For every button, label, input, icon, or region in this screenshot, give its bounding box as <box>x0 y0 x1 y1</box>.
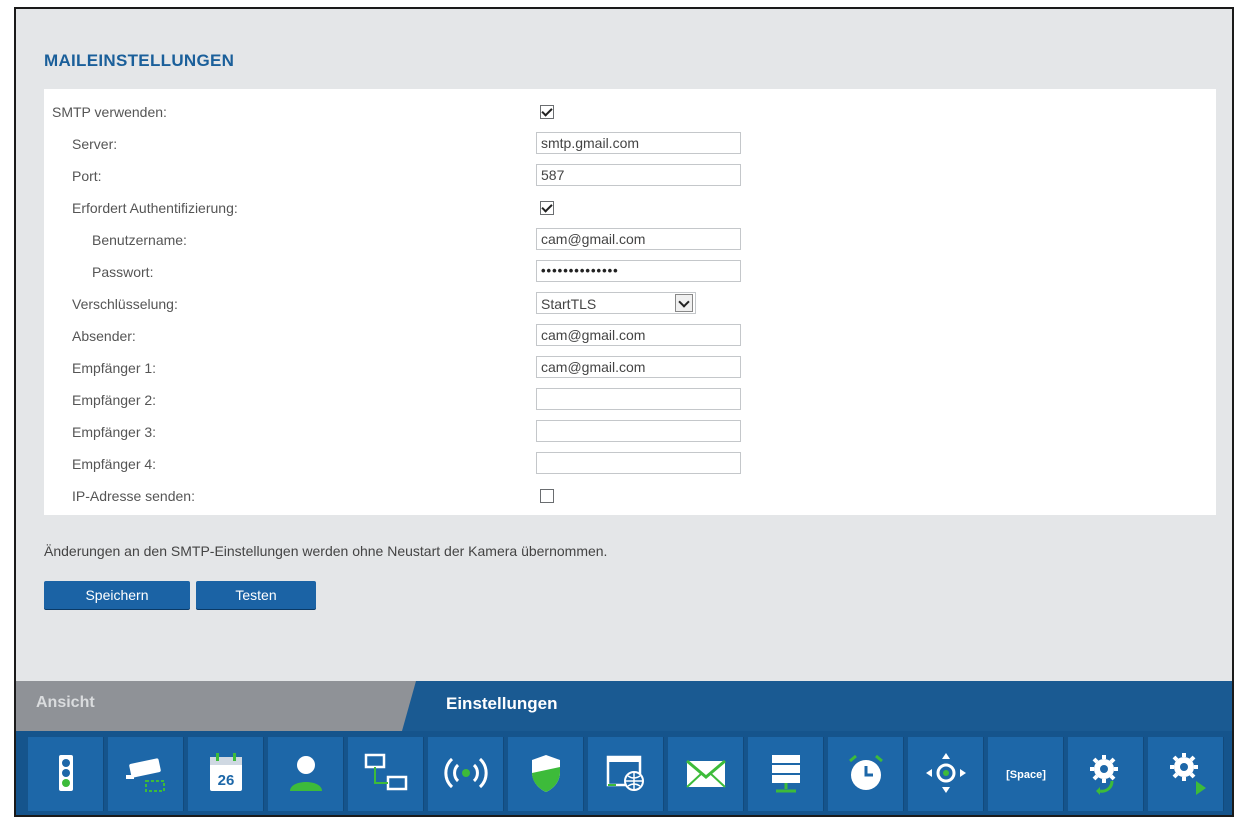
row-recipient-3: Empfänger 3: <box>44 419 1216 451</box>
smtp-label: SMTP verwenden: <box>52 104 167 120</box>
toolbar-user-button[interactable] <box>268 737 344 811</box>
row-recipient-2: Empfänger 2: <box>44 387 1216 419</box>
port-input[interactable]: 587 <box>536 164 741 186</box>
toolbar-maintenance-button[interactable] <box>1068 737 1144 811</box>
mail-icon <box>686 759 726 788</box>
recipient-2-input[interactable] <box>536 388 741 410</box>
auth-checkbox[interactable] <box>540 201 554 215</box>
sender-input[interactable]: cam@gmail.com <box>536 324 741 346</box>
recipient-1-label: Empfänger 1: <box>72 360 157 376</box>
encryption-value: StartTLS <box>541 296 597 312</box>
web-icon <box>606 755 644 791</box>
row-send-ip: IP-Adresse senden: <box>44 483 1216 515</box>
encryption-label: Verschlüsselung: <box>72 296 178 312</box>
recipient-2-label: Empfänger 2: <box>72 392 157 408</box>
chevron-down-icon[interactable] <box>675 294 693 312</box>
row-sender: Absender: cam@gmail.com <box>44 323 1216 355</box>
sender-label: Absender: <box>72 328 136 344</box>
space-icon: [Space] <box>1006 769 1046 781</box>
calendar-day: 26 <box>218 772 235 789</box>
space-label: [Space] <box>1006 769 1046 781</box>
port-label: Port: <box>72 168 102 184</box>
auth-label: Erfordert Authentifizierung: <box>72 200 238 216</box>
advanced-settings-icon <box>1170 753 1206 795</box>
toolbar-schedule-button[interactable] <box>828 737 904 811</box>
row-smtp: SMTP verwenden: <box>44 99 1216 131</box>
toolbar-space-button[interactable]: [Space] <box>988 737 1064 811</box>
recipient-4-label: Empfänger 4: <box>72 456 157 472</box>
alarm-clock-icon <box>849 754 883 790</box>
row-encryption: Verschlüsselung: StartTLS <box>44 291 1216 323</box>
recipient-3-input[interactable] <box>536 420 741 442</box>
camera-icon <box>126 758 165 792</box>
row-recipient-4: Empfänger 4: <box>44 451 1216 483</box>
server-input[interactable]: smtp.gmail.com <box>536 132 741 154</box>
recipient-4-input[interactable] <box>536 452 741 474</box>
row-port: Port: 587 <box>44 163 1216 195</box>
toolbar-storage-button[interactable] <box>748 737 824 811</box>
tab-bar: Ansicht Einstellungen <box>16 681 1232 731</box>
toolbar-advanced-button[interactable] <box>1148 737 1224 811</box>
send-ip-checkbox[interactable] <box>540 489 554 503</box>
info-note: Änderungen an den SMTP-Einstellungen wer… <box>44 543 608 559</box>
security-icon <box>532 755 560 792</box>
recipient-1-input[interactable]: cam@gmail.com <box>536 356 741 378</box>
toolbar-mail-button[interactable] <box>668 737 744 811</box>
password-label: Passwort: <box>92 264 154 280</box>
row-server: Server: smtp.gmail.com <box>44 131 1216 163</box>
toolbar-ptz-button[interactable] <box>908 737 984 811</box>
toolbar-security-button[interactable] <box>508 737 584 811</box>
status-icon <box>59 755 73 791</box>
row-auth: Erfordert Authentifizierung: <box>44 195 1216 227</box>
tab-settings[interactable]: Einstellungen <box>446 694 557 714</box>
mail-settings-form: SMTP verwenden: Server: smtp.gmail.com P… <box>44 89 1216 515</box>
toolbar-web-button[interactable] <box>588 737 664 811</box>
toolbar-calendar-button[interactable]: 26 <box>188 737 264 811</box>
username-input[interactable]: cam@gmail.com <box>536 228 741 250</box>
maintenance-icon <box>1090 755 1118 795</box>
toolbar-wireless-button[interactable] <box>428 737 504 811</box>
app-window: MAILEINSTELLUNGEN SMTP verwenden: Server… <box>14 7 1234 817</box>
password-input[interactable]: •••••••••••••• <box>536 260 741 282</box>
send-ip-label: IP-Adresse senden: <box>72 488 195 504</box>
page-title: MAILEINSTELLUNGEN <box>44 51 235 70</box>
wireless-icon <box>444 757 488 789</box>
test-button[interactable]: Testen <box>196 581 316 609</box>
recipient-3-label: Empfänger 3: <box>72 424 157 440</box>
save-button[interactable]: Speichern <box>44 581 190 609</box>
row-password: Passwort: •••••••••••••• <box>44 259 1216 291</box>
toolbar-status-button[interactable] <box>28 737 104 811</box>
toolbar-camera-button[interactable] <box>108 737 184 811</box>
ptz-icon <box>926 753 966 793</box>
smtp-checkbox[interactable] <box>540 105 554 119</box>
storage-icon <box>772 755 800 793</box>
settings-toolbar: 26 [Space] <box>16 731 1232 815</box>
username-label: Benutzername: <box>92 232 187 248</box>
server-label: Server: <box>72 136 118 152</box>
row-username: Benutzername: cam@gmail.com <box>44 227 1216 259</box>
row-recipient-1: Empfänger 1: cam@gmail.com <box>44 355 1216 387</box>
network-icon <box>364 753 408 791</box>
user-icon <box>290 756 322 791</box>
tab-view[interactable]: Ansicht <box>16 681 416 731</box>
encryption-select[interactable]: StartTLS <box>536 292 696 314</box>
toolbar-network-button[interactable] <box>348 737 424 811</box>
tab-view-label: Ansicht <box>36 694 95 711</box>
calendar-icon: 26 <box>210 753 242 791</box>
